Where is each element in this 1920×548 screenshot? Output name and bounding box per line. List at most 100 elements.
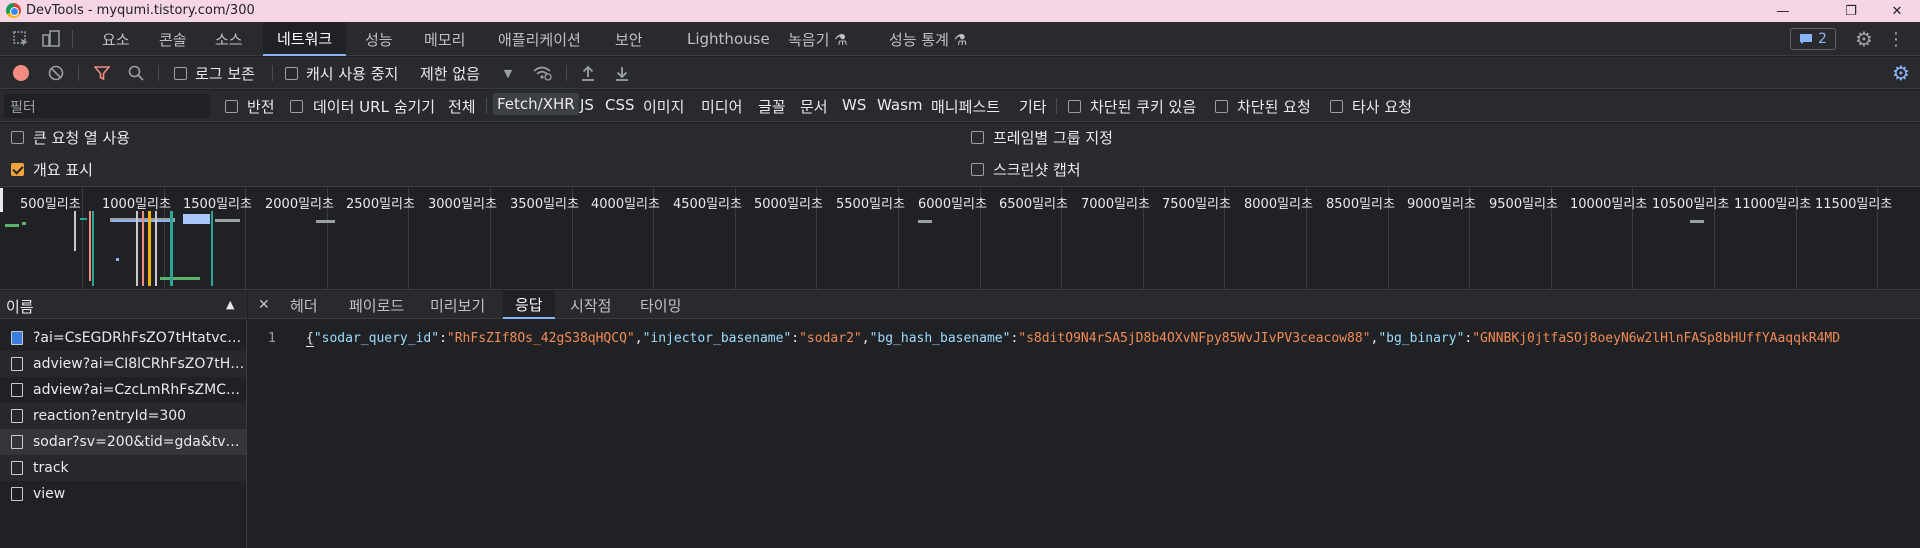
invert-checkbox[interactable] xyxy=(225,100,238,113)
network-overview-timeline[interactable]: 500밀리초 1000밀리초 1500밀리초 2000밀리초 2500밀리초 3000밀리… xyxy=(0,188,1920,290)
show-overview-label: 개요 표시 xyxy=(33,161,93,179)
request-list-header[interactable]: 이름 ▲ xyxy=(0,291,247,319)
timeline-tick-label: 2500밀리초 xyxy=(346,197,415,212)
timeline-left-handle[interactable] xyxy=(0,188,3,212)
tab-sources[interactable]: 소스 xyxy=(207,22,251,56)
more-options-icon[interactable]: ⋮ xyxy=(1884,27,1908,51)
tab-performance-insights[interactable]: 성능 통계 ⚗ xyxy=(881,22,975,56)
type-filter-media[interactable]: 미디어 xyxy=(701,96,742,117)
settings-gear-icon[interactable]: ⚙ xyxy=(1852,27,1876,51)
filter-icon[interactable] xyxy=(92,63,112,83)
type-filter-image[interactable]: 이미지 xyxy=(643,96,684,117)
timeline-tick-label: 8500밀리초 xyxy=(1326,197,1395,212)
tab-headers[interactable]: 헤더 xyxy=(282,291,326,319)
type-filter-manifest[interactable]: 매니페스트 xyxy=(931,96,1000,117)
maximize-button[interactable]: ❐ xyxy=(1828,0,1874,22)
chevron-down-icon[interactable]: ▼ xyxy=(500,65,516,81)
throttling-select[interactable]: 제한 없음 xyxy=(420,63,480,84)
tab-response[interactable]: 응답 xyxy=(503,291,555,319)
request-row[interactable]: view xyxy=(0,481,246,507)
request-detail-panel: ✕ 헤더 페이로드 미리보기 응답 시작점 타이밍 1 {"sodar_quer… xyxy=(248,291,1920,548)
blocked-cookies-label: 차단된 쿠키 있음 xyxy=(1090,98,1197,116)
overview-bar xyxy=(5,224,19,227)
overview-bar xyxy=(160,277,200,280)
big-request-rows-checkbox[interactable] xyxy=(11,131,24,144)
request-row[interactable]: track xyxy=(0,455,246,481)
tab-application[interactable]: 애플리케이션 xyxy=(490,22,589,56)
minimize-button[interactable]: — xyxy=(1760,0,1806,22)
overview-bar xyxy=(211,211,213,286)
tab-recorder[interactable]: 녹음기 ⚗ xyxy=(780,22,856,56)
file-icon xyxy=(11,435,23,449)
response-body[interactable]: {"sodar_query_id":"RhFsZIf8Os_42gS38qHQC… xyxy=(306,331,1840,347)
request-row[interactable]: ?ai=CsEGDRhFsZO7tHtatvcAP... xyxy=(0,325,246,351)
timeline-tick-label: 4500밀리초 xyxy=(673,197,742,212)
third-party-label: 타사 요청 xyxy=(1352,98,1412,116)
network-options: 큰 요청 열 사용 개요 표시 프레임별 그룹 지정 스크린샷 캡처 xyxy=(0,123,1920,187)
close-detail-icon[interactable]: ✕ xyxy=(258,291,270,319)
request-row[interactable]: reaction?entryId=300 xyxy=(0,403,246,429)
request-row[interactable]: adview?ai=CzcLmRhFsZMCsH... xyxy=(0,377,246,403)
import-har-icon[interactable] xyxy=(578,63,598,83)
type-filter-ws[interactable]: WS xyxy=(842,96,866,114)
tab-network[interactable]: 네트워크 xyxy=(263,22,347,56)
type-filter-js[interactable]: JS xyxy=(580,96,594,114)
issues-badge[interactable]: 2 xyxy=(1790,28,1836,50)
tab-preview[interactable]: 미리보기 xyxy=(422,291,493,319)
type-filter-all[interactable]: 전체 xyxy=(448,96,476,117)
detail-tabs: ✕ 헤더 페이로드 미리보기 응답 시작점 타이밍 xyxy=(248,291,1920,319)
tab-lighthouse[interactable]: Lighthouse xyxy=(679,22,778,56)
overview-bar xyxy=(74,211,76,251)
type-filter-wasm[interactable]: Wasm xyxy=(877,96,923,114)
third-party-checkbox[interactable] xyxy=(1330,100,1343,113)
device-toolbar-icon[interactable] xyxy=(40,28,62,50)
timeline-tick-label: 6500밀리초 xyxy=(999,197,1068,212)
timeline-tick-label: 1000밀리초 xyxy=(102,197,171,212)
tab-timing[interactable]: 타이밍 xyxy=(632,291,689,319)
timeline-tick-label: 1500밀리초 xyxy=(183,197,252,212)
tab-memory[interactable]: 메모리 xyxy=(416,22,473,56)
type-filter-fetch-xhr[interactable]: Fetch/XHR xyxy=(493,93,579,115)
name-column-header: 이름 xyxy=(6,298,34,316)
tab-security[interactable]: 보안 xyxy=(607,22,651,56)
type-filter-other[interactable]: 기타 xyxy=(1019,96,1047,117)
file-icon xyxy=(11,409,23,423)
overview-bar xyxy=(155,211,157,286)
filter-input[interactable]: 필터 xyxy=(4,94,210,118)
window-title-bar: DevTools - myqumi.tistory.com/300 — ❐ ✕ xyxy=(0,0,1920,22)
inspect-element-icon[interactable] xyxy=(10,28,32,50)
tab-console[interactable]: 콘솔 xyxy=(151,22,195,56)
overview-bar xyxy=(136,211,138,286)
request-row-selected[interactable]: sodar?sv=200&tid=gda&tv=r... xyxy=(0,429,246,455)
timeline-tick-label: 7000밀리초 xyxy=(1081,197,1150,212)
blocked-requests-checkbox[interactable] xyxy=(1215,100,1228,113)
disable-cache-checkbox[interactable] xyxy=(285,67,298,80)
tab-elements[interactable]: 요소 xyxy=(94,22,138,56)
blocked-cookies-checkbox[interactable] xyxy=(1068,100,1081,113)
network-settings-gear-icon[interactable]: ⚙ xyxy=(1890,61,1912,85)
timeline-tick-label: 9000밀리초 xyxy=(1407,197,1476,212)
request-row[interactable]: adview?ai=CI8lCRhFsZO7tHta... xyxy=(0,351,246,377)
preserve-log-checkbox[interactable] xyxy=(174,67,187,80)
chrome-logo-icon xyxy=(6,3,21,18)
capture-screenshots-checkbox[interactable] xyxy=(971,163,984,176)
network-conditions-icon[interactable] xyxy=(530,62,554,84)
close-window-button[interactable]: ✕ xyxy=(1874,0,1920,22)
timeline-tick-label: 5000밀리초 xyxy=(754,197,823,212)
type-filter-css[interactable]: CSS xyxy=(605,96,635,114)
timeline-tick-label: 6000밀리초 xyxy=(918,197,987,212)
tab-payload[interactable]: 페이로드 xyxy=(341,291,412,319)
tab-performance[interactable]: 성능 xyxy=(357,22,401,56)
window-title: DevTools - myqumi.tistory.com/300 xyxy=(26,3,255,18)
group-by-frame-checkbox[interactable] xyxy=(971,131,984,144)
overview-bar xyxy=(89,211,91,281)
type-filter-font[interactable]: 글꼴 xyxy=(758,96,786,117)
record-icon[interactable] xyxy=(13,65,29,81)
search-icon[interactable] xyxy=(126,63,146,83)
type-filter-doc[interactable]: 문서 xyxy=(800,96,828,117)
hide-data-urls-checkbox[interactable] xyxy=(290,100,303,113)
tab-initiator[interactable]: 시작점 xyxy=(562,291,619,319)
export-har-icon[interactable] xyxy=(612,63,632,83)
clear-icon[interactable] xyxy=(46,63,66,83)
show-overview-checkbox[interactable] xyxy=(11,163,24,176)
